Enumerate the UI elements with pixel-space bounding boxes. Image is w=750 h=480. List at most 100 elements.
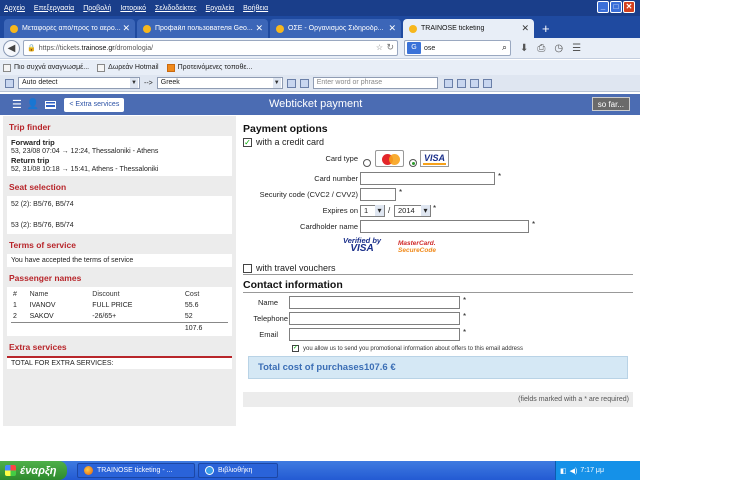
menu-history[interactable]: Ιστορικό [120,5,146,12]
search-engine-icon[interactable]: G [407,42,421,54]
menu-view[interactable]: Προβολή [83,5,111,12]
tab-profile[interactable]: Профайл пользователя Geo... ✕ [137,19,268,38]
site-header: ☰ 👤 < Extra services Webticket payment s… [0,94,640,115]
history-icon[interactable]: ◷ [554,43,563,54]
url-bar[interactable]: 🔒 https://tickets. trainose.gr/dromologia… [23,40,398,56]
bookmark-hotmail[interactable]: Δωρεάν Hotmail [97,63,159,72]
taskbar-item-library[interactable]: Βιβλιοθήκη [198,463,278,478]
print-icon[interactable]: ⎙ [537,43,545,54]
menu-edit[interactable]: Επεξεργασία [34,5,74,12]
dictionary-icon[interactable] [299,78,309,88]
divider [243,274,633,275]
menu-bookmarks[interactable]: Σελιδοδείκτες [155,5,197,12]
securecode-top: MasterCard. [398,240,436,247]
greek-flag-icon[interactable] [45,100,57,109]
taskbar-item-firefox[interactable]: TRAINOSE ticketing - ... [77,463,195,478]
settings-icon[interactable] [456,78,466,88]
expiry-month-select[interactable]: 1 [360,205,385,217]
search-box[interactable]: G ose ⌕ [404,40,511,56]
back-button[interactable]: ◀ [3,39,20,57]
vouchers-checkbox[interactable] [243,263,252,273]
taskbar-item-label: Βιβλιοθήκη [218,467,253,474]
mastercard-logo-icon[interactable] [375,150,404,167]
security-code-label: Security code (CVC2 / CVV2) [259,190,358,199]
so-far-button[interactable]: so far... [591,97,630,111]
menu-help[interactable]: Βοήθεια [243,5,268,12]
extra-services-button[interactable]: < Extra services [64,97,125,112]
clock[interactable]: 7:17 μμ [580,467,604,474]
col-name: Name [29,291,49,298]
vouchers-option[interactable]: with travel vouchers [243,263,633,273]
bookmark-suggested[interactable]: Προτεινόμενες τοποθε... [166,63,252,72]
minimize-button[interactable]: _ [597,1,609,13]
cardholder-input[interactable] [360,220,529,233]
hamburger-icon[interactable]: ☰ [12,98,22,111]
security-code-input[interactable] [360,188,396,201]
library-icon [205,466,214,475]
menu-icon[interactable]: ☰ [572,43,581,54]
tab-close-icon[interactable]: ✕ [122,23,130,34]
tab-favicon-icon [10,24,18,33]
tab-title: Μεταφορές από/προς το αερο... [22,25,121,32]
passenger-names-title[interactable]: Passenger names [9,273,230,283]
mastercard-radio[interactable] [363,159,371,167]
credit-card-checkbox[interactable]: ✓ [243,137,252,147]
maximize-button[interactable]: □ [610,1,622,13]
visa-logo-icon[interactable]: VISA [420,150,449,167]
card-number-input[interactable] [360,172,495,185]
close-window-button[interactable]: ✕ [623,1,635,13]
bookmark-most-visited[interactable]: Πιο συχνά αναγνωσμέ... [3,63,90,72]
volume-icon[interactable]: ◀) [570,467,578,475]
bookmark-star-icon[interactable]: ☆ [376,43,383,52]
download-icon[interactable]: ⬇ [520,43,528,54]
phrase-input[interactable]: Enter word or phrase [312,77,438,89]
reload-icon[interactable]: ↻ [386,42,394,53]
expires-label: Expires on [322,206,358,215]
user-icon[interactable]: 👤 [27,99,39,110]
contact-telephone-input[interactable] [289,312,460,325]
credit-card-option[interactable]: ✓ with a credit card [243,137,633,147]
start-button[interactable]: έναρξη [0,461,67,480]
required-marker: * [463,296,467,305]
expiry-year-select[interactable]: 2014 [394,205,431,217]
help-icon[interactable] [482,78,492,88]
speaker-icon[interactable] [469,78,479,88]
tab-trainose[interactable]: TRAINOSE ticketing ✕ [403,19,534,38]
windows-taskbar: έναρξη TRAINOSE ticketing - ... Βιβλιοθή… [0,461,640,480]
contact-email-input[interactable] [289,328,460,341]
network-icon[interactable]: ◧ [560,467,567,475]
extra-services-title[interactable]: Extra services [9,342,230,352]
bookmarks-bar: Πιο συχνά αναγνωσμέ... Δωρεάν Hotmail Πρ… [0,60,640,75]
terms-title[interactable]: Terms of service [9,240,230,250]
desktop-blank-area [640,0,750,480]
source-language-select[interactable]: Auto detect [18,77,140,89]
tab-close-icon[interactable]: ✕ [255,23,263,34]
tab-ose[interactable]: ΟΣΕ - Οργανισμός Σιδηροδρ... ✕ [270,19,401,38]
promo-optin-checkbox[interactable]: ✓ [292,345,299,352]
translate-go-icon[interactable] [443,78,453,88]
menu-file[interactable]: Αρχείο [4,5,25,12]
visa-radio[interactable] [409,159,417,167]
seat-selection-title[interactable]: Seat selection [9,182,230,192]
target-language-select[interactable]: Greek [156,77,283,89]
tab-transfers[interactable]: Μεταφορές από/προς το αερο... ✕ [4,19,135,38]
vouchers-label: with travel vouchers [256,263,336,273]
required-marker: * [463,312,467,321]
search-icon[interactable]: ⌕ [502,42,507,53]
cell-cost: 52 [182,311,228,323]
search-input[interactable]: ose [424,45,435,52]
seat-selection-box: 52 (2): B5/76, B5/74 53 (2): B5/76, B5/7… [7,196,232,234]
table-row: 1 IVANOV FULL PRICE 55.6 [11,300,228,311]
navigation-bar: ◀ 🔒 https://tickets. trainose.gr/dromolog… [0,38,640,59]
bookmark-folder-icon [3,63,11,72]
tab-close-icon[interactable]: ✕ [388,23,396,34]
promo-optin[interactable]: ✓ you allow us to send you promotional i… [292,345,633,352]
new-tab-button[interactable]: + [542,21,550,36]
bookmark-label: Πιο συχνά αναγνωσμέ... [14,64,90,71]
tab-close-icon[interactable]: ✕ [521,23,529,34]
menu-tools[interactable]: Εργαλεία [206,5,234,12]
trip-finder-title[interactable]: Trip finder [9,122,230,132]
table-total-row: 107.6 [11,323,228,335]
translate-page-icon[interactable] [286,78,296,88]
contact-name-input[interactable] [289,296,460,309]
